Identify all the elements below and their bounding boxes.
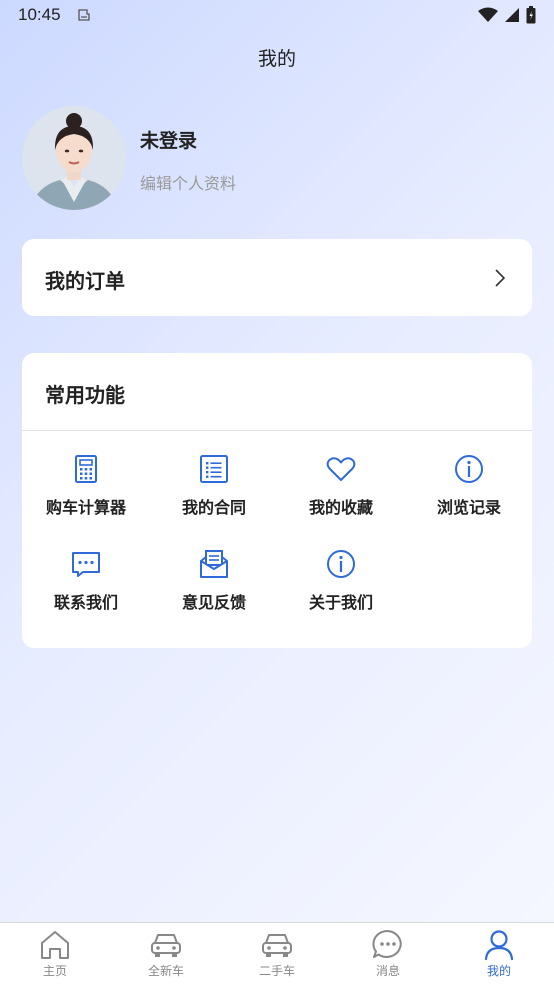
- function-item-my-contracts[interactable]: 我的合同: [150, 453, 278, 533]
- info-icon: [455, 455, 483, 483]
- function-item-about-us[interactable]: 关于我们: [277, 548, 405, 628]
- my-orders-card[interactable]: 我的订单: [22, 239, 532, 316]
- function-label: 购车计算器: [45, 498, 126, 517]
- chevron-right-icon: [495, 269, 506, 287]
- nav-label-home: 主页: [42, 964, 67, 978]
- nav-item-home[interactable]: 主页: [0, 923, 110, 984]
- signal-icon: [505, 8, 519, 22]
- function-item-car-calculator[interactable]: 购车计算器: [22, 453, 150, 533]
- calculator-icon: [75, 455, 97, 483]
- bottom-nav: 主页 全新车 二手车 消息 我的: [0, 922, 554, 984]
- function-label: 意见反馈: [181, 593, 246, 612]
- info-icon: [327, 550, 355, 578]
- home-icon: [41, 931, 69, 959]
- chat-bubble-icon: [72, 552, 100, 577]
- list-document-icon: [200, 455, 228, 483]
- nav-item-mine[interactable]: 我的: [444, 923, 554, 984]
- person-icon: [484, 930, 514, 961]
- avatar[interactable]: [22, 106, 126, 210]
- status-bar: 10:45: [0, 0, 554, 32]
- function-label: 我的收藏: [308, 498, 373, 517]
- envelope-icon: [200, 550, 228, 578]
- nav-item-new-cars[interactable]: 全新车: [111, 923, 221, 984]
- message-icon: [372, 929, 402, 958]
- edit-profile-link[interactable]: 编辑个人资料: [140, 170, 236, 194]
- nav-item-messages[interactable]: 消息: [333, 923, 443, 984]
- avatar-image: [22, 106, 126, 210]
- battery-icon: [526, 6, 536, 24]
- common-functions-card: 常用功能 购车计算器 我的合同 我的收藏 浏览记录 联系我们 意见反馈 关于我们: [22, 353, 532, 648]
- page-title: 我的: [257, 48, 296, 70]
- divider: [22, 430, 532, 431]
- status-icons: [478, 6, 536, 24]
- function-label: 联系我们: [53, 593, 118, 612]
- function-item-feedback[interactable]: 意见反馈: [150, 548, 278, 628]
- function-label: 浏览记录: [436, 498, 501, 517]
- car-icon: [262, 934, 292, 957]
- notification-icon: [78, 9, 90, 21]
- nav-label-used-cars: 二手车: [258, 964, 295, 978]
- status-time: 10:45: [18, 5, 61, 24]
- function-label: 关于我们: [308, 593, 373, 612]
- function-item-browse-history[interactable]: 浏览记录: [405, 453, 533, 533]
- nav-label-new-cars: 全新车: [147, 964, 184, 978]
- nav-label-messages: 消息: [375, 964, 400, 978]
- heart-icon: [326, 457, 356, 481]
- nav-item-used-cars[interactable]: 二手车: [222, 923, 332, 984]
- my-orders-label: 我的订单: [45, 269, 125, 293]
- profile-name[interactable]: 未登录: [140, 126, 197, 153]
- car-icon: [151, 934, 181, 957]
- function-item-contact-us[interactable]: 联系我们: [22, 548, 150, 628]
- common-functions-title: 常用功能: [45, 383, 125, 407]
- wifi-icon: [478, 7, 498, 22]
- nav-label-mine: 我的: [486, 964, 511, 978]
- function-item-my-favorites[interactable]: 我的收藏: [277, 453, 405, 533]
- function-label: 我的合同: [181, 498, 246, 517]
